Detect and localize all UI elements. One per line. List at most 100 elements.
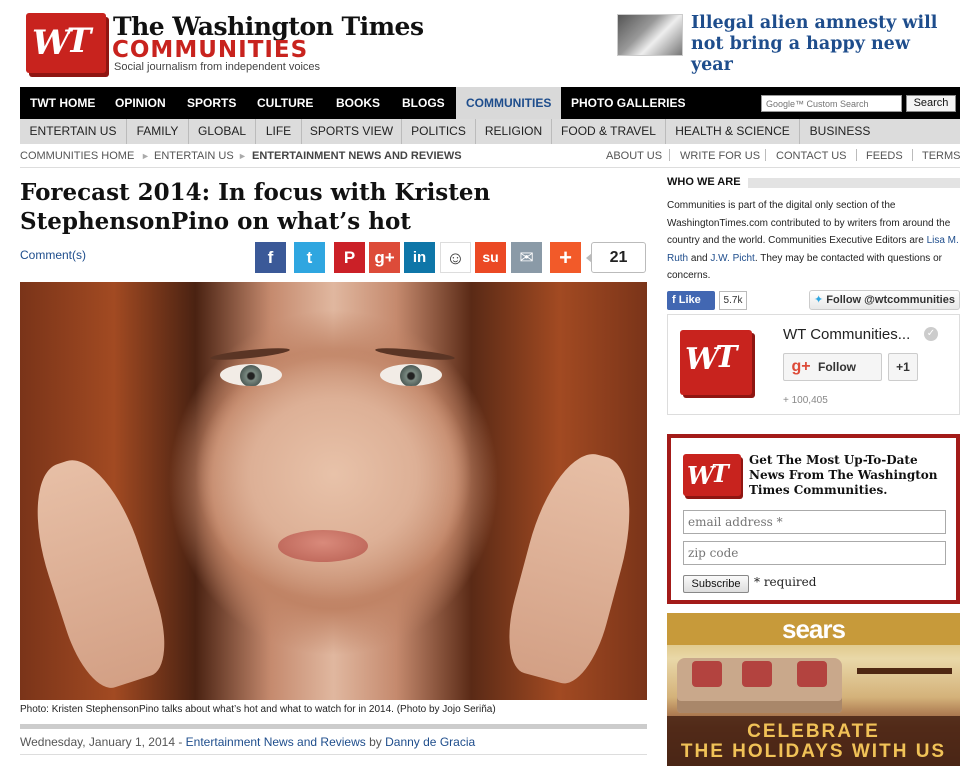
subnav-business[interactable]: BUSINESS: [800, 119, 880, 144]
nav-photo-galleries[interactable]: PHOTO GALLERIES: [561, 87, 695, 119]
photo-brow-right: [374, 345, 456, 363]
subnav-entertain-us[interactable]: ENTERTAIN US: [20, 119, 127, 144]
util-write-for-us[interactable]: WRITE FOR US: [680, 150, 760, 162]
logo-letter-w: W: [32, 23, 71, 63]
gplus-follow-label: Follow: [818, 360, 856, 374]
more-share-icon[interactable]: +: [550, 242, 581, 273]
facebook-icon[interactable]: f: [255, 242, 286, 273]
photo-brow-left: [209, 345, 291, 363]
subnav-sports-view[interactable]: SPORTS VIEW: [302, 119, 402, 144]
photo-eye-right: [380, 364, 442, 386]
divider: [20, 754, 647, 755]
breadcrumb: COMMUNITIES HOME ► ENTERTAIN US ► ENTERT…: [20, 147, 960, 165]
gplus-plus-one-button[interactable]: +1: [888, 353, 918, 381]
sears-ad[interactable]: sears CELEBRATE THE HOLIDAYS WITH US: [667, 613, 960, 766]
stumbleupon-icon[interactable]: su: [475, 242, 506, 273]
photo-eye-left: [220, 364, 282, 386]
subnav-food-travel[interactable]: FOOD & TRAVEL: [552, 119, 666, 144]
facebook-like-count: 5.7k: [719, 291, 747, 310]
breadcrumb-communities-home[interactable]: COMMUNITIES HOME: [20, 150, 134, 162]
google-plus-card: W T WT Communities... ✓ g+ Follow +1 + 10…: [667, 314, 960, 415]
linkedin-icon[interactable]: in: [404, 242, 435, 273]
divider: [20, 167, 960, 168]
photo-lips: [278, 530, 368, 562]
twitter-follow-button[interactable]: ✦ Follow @wtcommunities: [809, 290, 960, 310]
logo-letter-t: T: [711, 459, 729, 488]
nav-culture[interactable]: CULTURE: [247, 87, 323, 119]
site-logo[interactable]: W T: [26, 13, 106, 73]
editor-link-jw-picht[interactable]: J.W. Picht: [710, 253, 754, 264]
logo-letter-t: T: [715, 340, 738, 375]
promo-thumbnail[interactable]: [617, 14, 683, 56]
wt-logo[interactable]: W T: [680, 330, 752, 395]
nav-sports[interactable]: SPORTS: [177, 87, 246, 119]
util-terms[interactable]: TERMS: [922, 150, 960, 162]
who-text-and: and: [688, 252, 711, 264]
photo-caption: Photo: Kristen StephensonPino talks abou…: [20, 704, 496, 715]
promo-headline-link[interactable]: Illegal alien amnesty will not bring a h…: [691, 13, 956, 76]
logo-letter-t: T: [66, 21, 92, 61]
subnav-health-science[interactable]: HEALTH & SCIENCE: [666, 119, 800, 144]
byline-author-link[interactable]: Danny de Gracia: [385, 735, 475, 749]
facebook-icon: f: [672, 294, 679, 306]
comments-link[interactable]: Comment(s): [20, 248, 86, 262]
verified-check-icon: ✓: [924, 327, 938, 341]
email-icon[interactable]: ✉: [511, 242, 542, 273]
ad-pillow: [797, 661, 827, 687]
byline-separator: -: [175, 735, 186, 749]
breadcrumb-separator: ►: [141, 151, 150, 161]
util-divider: [765, 149, 766, 161]
subnav-family[interactable]: FAMILY: [127, 119, 189, 144]
gplus-follower-count: + 100,405: [783, 395, 828, 406]
article-photo[interactable]: [20, 282, 647, 700]
facebook-like-label: Like: [678, 294, 701, 306]
nav-opinion[interactable]: OPINION: [105, 87, 176, 119]
sub-nav: ENTERTAIN US FAMILY GLOBAL LIFE SPORTS V…: [20, 119, 960, 144]
newsletter-signup: W T Get The Most Up-To-Date News From Th…: [667, 434, 960, 604]
who-we-are-heading: WHO WE ARE: [667, 176, 741, 188]
nav-books[interactable]: BOOKS: [326, 87, 390, 119]
ad-cta-line-1: CELEBRATE: [747, 721, 880, 742]
article-byline: Wednesday, January 1, 2014 - Entertainme…: [20, 735, 475, 749]
subnav-global[interactable]: GLOBAL: [189, 119, 256, 144]
nav-communities[interactable]: COMMUNITIES: [456, 87, 562, 119]
site-header: W T The Washington Times COMMUNITIES Soc…: [0, 0, 960, 86]
reddit-icon[interactable]: ☺: [440, 242, 471, 273]
divider: [20, 724, 647, 729]
breadcrumb-separator: ►: [238, 151, 247, 161]
heading-bar: [748, 178, 960, 188]
subnav-politics[interactable]: POLITICS: [402, 119, 476, 144]
nav-twt-home[interactable]: TWT HOME: [20, 87, 105, 119]
gplus-follow-button[interactable]: g+ Follow: [783, 353, 882, 381]
util-divider: [669, 149, 670, 161]
breadcrumb-entertain-us[interactable]: ENTERTAIN US: [154, 150, 234, 162]
util-about-us[interactable]: ABOUT US: [606, 150, 662, 162]
section-title[interactable]: COMMUNITIES: [112, 37, 308, 63]
zip-code-field[interactable]: [683, 541, 946, 565]
ad-cta: CELEBRATE THE HOLIDAYS WITH US: [667, 716, 960, 766]
twitter-icon[interactable]: t: [294, 242, 325, 273]
util-divider: [856, 149, 857, 161]
util-divider: [912, 149, 913, 161]
util-contact-us[interactable]: CONTACT US: [776, 150, 847, 162]
byline-category-link[interactable]: Entertainment News and Reviews: [186, 735, 366, 749]
site-tagline: Social journalism from independent voice…: [114, 61, 321, 73]
main-nav: TWT HOME OPINION SPORTS CULTURE BOOKS BL…: [20, 87, 960, 119]
subnav-life[interactable]: LIFE: [256, 119, 302, 144]
photo-hand-right: [496, 443, 647, 691]
util-feeds[interactable]: FEEDS: [866, 150, 903, 162]
google-plus-icon[interactable]: g+: [369, 242, 400, 273]
email-field[interactable]: [683, 510, 946, 534]
article-headline: Forecast 2014: In focus with Kristen Ste…: [20, 179, 491, 235]
twitter-follow-label: Follow @wtcommunities: [826, 294, 955, 306]
ad-cta-line-2: THE HOLIDAYS WITH US: [680, 741, 947, 762]
nav-blogs[interactable]: BLOGS: [392, 87, 455, 119]
ad-brand-logo: sears: [667, 613, 960, 645]
pinterest-icon[interactable]: P: [334, 242, 365, 273]
gplus-page-name[interactable]: WT Communities...: [783, 326, 910, 343]
search-button[interactable]: Search: [906, 95, 956, 112]
subscribe-button[interactable]: Subscribe: [683, 575, 749, 593]
search-input[interactable]: [761, 95, 902, 112]
facebook-like-button[interactable]: f Like: [667, 291, 715, 310]
subnav-religion[interactable]: RELIGION: [476, 119, 552, 144]
